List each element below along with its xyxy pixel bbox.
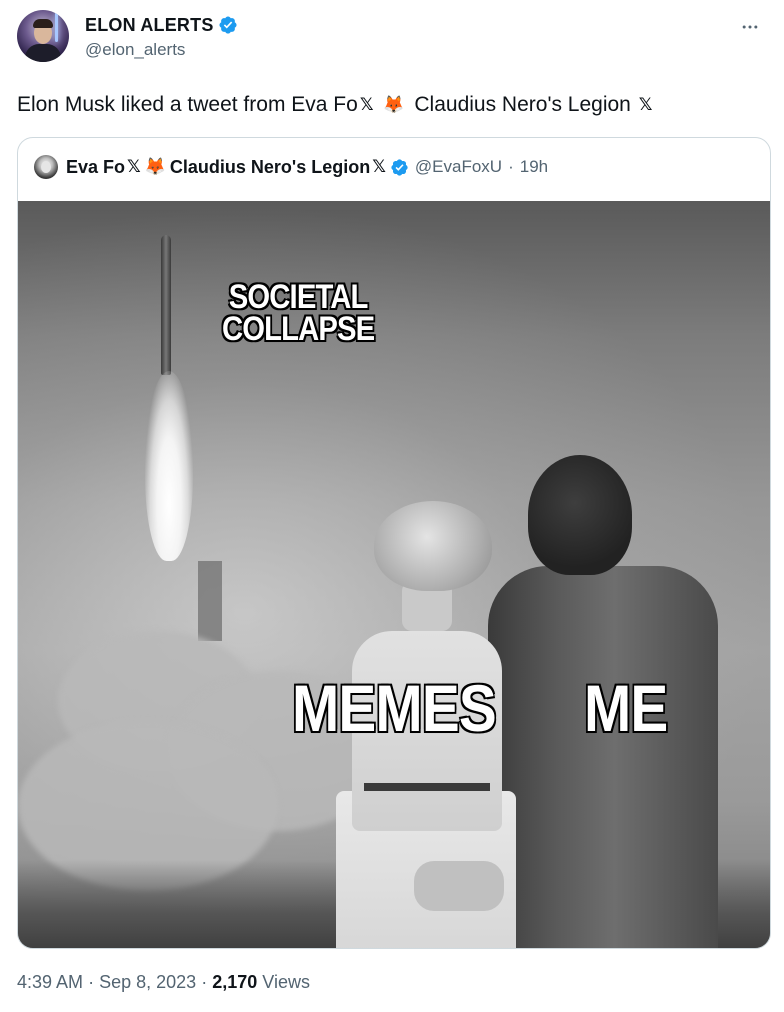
verified-badge-icon[interactable] xyxy=(218,15,238,35)
quoted-name-part1[interactable]: Eva Fo xyxy=(66,157,125,178)
quoted-handle[interactable]: @EvaFoxU xyxy=(415,157,502,177)
fox-emoji-icon: 🦊 xyxy=(383,95,405,115)
caption-top-line1: SOCIETAL xyxy=(228,278,369,316)
footer-separator: · xyxy=(201,972,208,992)
tweet-date[interactable]: Sep 8, 2023 xyxy=(99,972,196,992)
lightsaber-shape xyxy=(55,12,58,42)
tweet-header: ELON ALERTS @elon_alerts xyxy=(17,10,767,66)
author-handle[interactable]: @elon_alerts xyxy=(85,40,185,60)
author-name-row: ELON ALERTS xyxy=(85,14,238,36)
tweet-footer: 4:39 AM · Sep 8, 2023 · 2,170 Views xyxy=(17,972,310,993)
caption-societal-collapse: SOCIETAL COLLAPSE xyxy=(222,278,375,348)
avatar-hair-shape xyxy=(33,19,53,28)
caption-me: ME xyxy=(584,671,668,745)
quoted-time[interactable]: 19h xyxy=(520,157,548,177)
man-head-shape xyxy=(528,455,632,575)
tweet-text: Elon Musk liked a tweet from Eva Fo 𝕏 🦊 C… xyxy=(17,92,652,118)
verified-badge-icon[interactable] xyxy=(390,158,409,177)
caption-memes: MEMES xyxy=(292,671,497,745)
more-dots-glyph xyxy=(742,25,758,29)
quoted-author-avatar[interactable] xyxy=(34,155,58,179)
quoted-tweet-card[interactable]: Eva Fo 𝕏 🦊 Claudius Nero's Legion 𝕏 @Eva… xyxy=(17,137,771,949)
man-figure xyxy=(488,566,718,948)
x-logo-glyph: 𝕏 xyxy=(638,95,653,116)
woman-hair-shape xyxy=(374,501,492,591)
quoted-separator: · xyxy=(508,157,514,176)
quoted-tweet-header: Eva Fo 𝕏 🦊 Claudius Nero's Legion 𝕏 @Eva… xyxy=(34,154,548,180)
author-avatar[interactable] xyxy=(17,10,69,62)
tweet-text-prefix: Elon Musk liked a tweet from Eva Fo xyxy=(17,93,358,117)
launch-tower-shape xyxy=(198,561,222,641)
rocket-shape xyxy=(161,235,171,375)
fox-emoji-icon: 🦊 xyxy=(144,157,166,176)
x-logo-glyph: 𝕏 xyxy=(127,157,141,177)
more-dots-icon[interactable] xyxy=(733,10,767,44)
meme-image[interactable]: SOCIETAL COLLAPSE MEMES ME xyxy=(18,201,770,948)
x-logo-glyph: 𝕏 xyxy=(372,157,386,177)
views-count: 2,170 xyxy=(212,972,258,992)
footer-separator: · xyxy=(88,972,95,992)
woman-belt-shape xyxy=(364,783,490,791)
x-logo-glyph: 𝕏 xyxy=(359,95,374,116)
author-display-name[interactable]: ELON ALERTS xyxy=(85,15,214,36)
views-label: Views xyxy=(262,972,310,992)
rocket-flame-shape xyxy=(145,371,193,561)
tweet-time[interactable]: 4:39 AM xyxy=(17,972,83,992)
tweet-text-suffix: Claudius Nero's Legion xyxy=(414,93,631,117)
quoted-name-part2[interactable]: Claudius Nero's Legion xyxy=(170,157,370,178)
caption-top-line2: COLLAPSE xyxy=(222,310,375,348)
holding-hands-shape xyxy=(414,861,504,911)
avatar-body-shape xyxy=(25,44,61,62)
